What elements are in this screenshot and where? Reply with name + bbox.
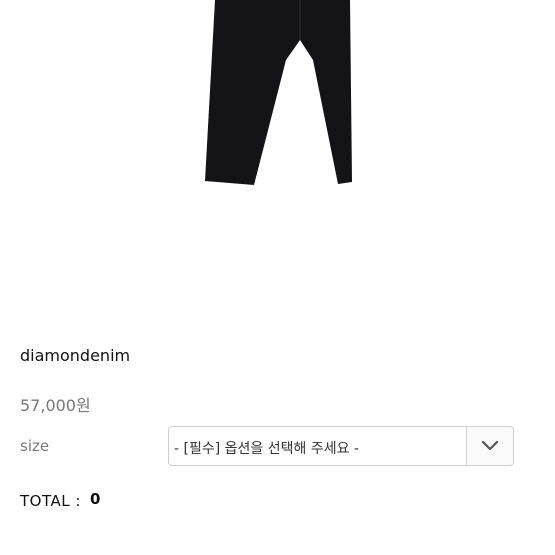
product-brand: diamondenim xyxy=(20,346,131,365)
size-label: size xyxy=(20,437,50,455)
size-select-value: - [필수] 옵션을 선택해 주세요 - xyxy=(174,441,359,457)
product-image xyxy=(205,0,352,185)
total-value: 0 xyxy=(90,490,101,508)
pants-body xyxy=(205,0,352,185)
dropdown-button[interactable] xyxy=(466,427,513,465)
total-label: TOTAL : xyxy=(20,492,81,510)
product-price: 57,000원 xyxy=(20,396,91,415)
chevron-down-icon xyxy=(481,440,499,451)
size-select[interactable]: - [필수] 옵션을 선택해 주세요 - xyxy=(168,426,514,466)
